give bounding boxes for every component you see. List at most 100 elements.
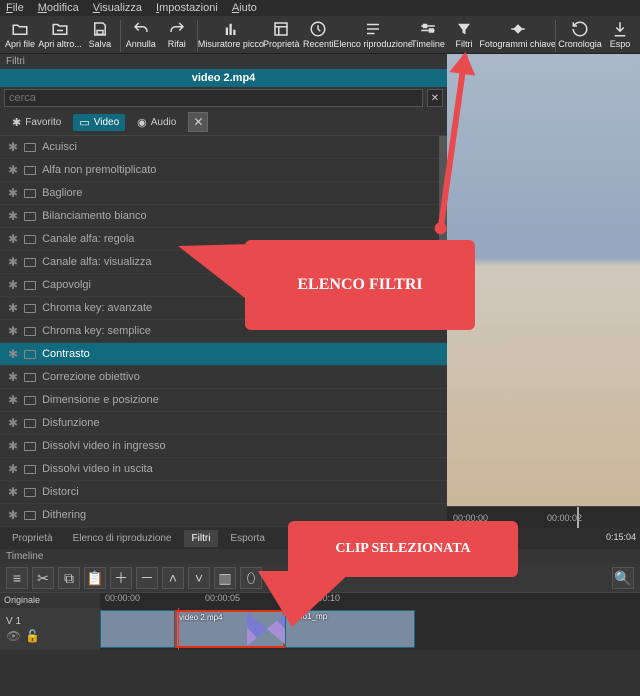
menu-view[interactable]: Visualizza xyxy=(93,2,142,14)
tl-cols-button[interactable]: ▥ xyxy=(214,567,236,589)
preview-panel: 00:00:00 00:00:02 0:15:04 xyxy=(447,54,640,528)
star-icon[interactable]: ✱ xyxy=(8,416,18,430)
star-icon[interactable]: ✱ xyxy=(8,209,18,223)
timeline-playhead[interactable] xyxy=(178,608,179,650)
tl-paste-button[interactable]: 📋 xyxy=(84,567,106,589)
filter-name: Dissolvi video in ingresso xyxy=(42,440,166,452)
time-current: 0:15:04 xyxy=(606,532,636,542)
star-icon[interactable]: ✱ xyxy=(8,255,18,269)
filter-row[interactable]: ✱Dissolvi video in uscita xyxy=(0,458,447,481)
filter-name: Canale alfa: visualizza xyxy=(42,256,151,268)
star-icon[interactable]: ✱ xyxy=(8,232,18,246)
search-input[interactable] xyxy=(4,89,423,107)
tl-add-button[interactable]: ＋ xyxy=(110,567,132,589)
star-icon[interactable]: ✱ xyxy=(8,163,18,177)
star-icon[interactable]: ✱ xyxy=(8,186,18,200)
preview-video[interactable] xyxy=(447,54,640,506)
star-icon[interactable]: ✱ xyxy=(8,393,18,407)
playlist-icon xyxy=(364,20,382,38)
tool-timeline-button[interactable]: Timeline xyxy=(410,18,446,50)
tab-export[interactable]: Esporta xyxy=(222,530,272,547)
callout-filters: ELENCO FILTRI xyxy=(245,240,475,330)
tl-cut-button[interactable]: ✂ xyxy=(32,567,54,589)
track-header[interactable]: V 1 👁 🔓 xyxy=(0,608,100,650)
monitor-icon xyxy=(24,511,36,520)
star-icon[interactable]: ✱ xyxy=(8,485,18,499)
tl-zoom-button[interactable]: 🔍 xyxy=(612,567,634,589)
filter-row[interactable]: ✱Distorci xyxy=(0,481,447,504)
filter-row[interactable]: ✱ Acuisci xyxy=(0,136,447,159)
monitor-icon xyxy=(24,488,36,497)
menu-file[interactable]: File xyxy=(6,2,24,14)
tl-up-button[interactable]: ˄ xyxy=(162,567,184,589)
menu-edit[interactable]: Modifica xyxy=(38,2,79,14)
star-icon[interactable]: ✱ xyxy=(8,278,18,292)
star-icon: ✱ xyxy=(12,116,21,129)
star-icon[interactable]: ✱ xyxy=(8,140,18,154)
tool-keyframes-button[interactable]: Fotogrammi chiave xyxy=(482,18,553,50)
cat-video[interactable]: ▭Video xyxy=(73,114,125,131)
tool-folder-other-button[interactable]: Apri altro... xyxy=(38,18,82,50)
cat-favorite[interactable]: ✱Favorito xyxy=(6,114,67,131)
filter-name: Canale alfa: regola xyxy=(42,233,134,245)
star-icon[interactable]: ✱ xyxy=(8,439,18,453)
clear-search-button[interactable]: ✕ xyxy=(427,89,443,107)
filter-row[interactable]: ✱ Disfunzione xyxy=(0,412,447,435)
tool-redo-button[interactable]: Rifai xyxy=(159,18,195,50)
star-icon[interactable]: ✱ xyxy=(8,370,18,384)
monitor-icon xyxy=(24,373,36,382)
tool-folder-open-button[interactable]: Apri file xyxy=(2,18,38,50)
star-icon[interactable]: ✱ xyxy=(8,301,18,315)
track-lane[interactable]: video 2.mp4video1_mp xyxy=(100,608,640,650)
monitor-icon xyxy=(24,212,36,221)
tool-meter-button[interactable]: Misuratore picco xyxy=(200,18,263,50)
filter-row[interactable]: ✱Alfa non premoltiplicato xyxy=(0,159,447,182)
monitor-icon xyxy=(24,396,36,405)
tool-undo-button[interactable]: Annulla xyxy=(123,18,159,50)
filter-row[interactable]: ✱Correzione obiettivo xyxy=(0,366,447,389)
tab-filters[interactable]: Filtri xyxy=(184,530,219,547)
monitor-icon xyxy=(24,258,36,267)
tool-recent-button[interactable]: Recenti xyxy=(300,18,336,50)
tl-menu-button[interactable]: ≡ xyxy=(6,567,28,589)
filter-name: Acuisci xyxy=(42,141,77,153)
monitor-icon xyxy=(24,327,36,336)
tool-props-button[interactable]: Proprietà xyxy=(262,18,300,50)
tl-down-button[interactable]: ˅ xyxy=(188,567,210,589)
filter-name: Capovolgi xyxy=(42,279,91,291)
filter-row[interactable]: ✱Bilanciamento bianco xyxy=(0,205,447,228)
filter-row[interactable]: ✱Dimensione e posizione xyxy=(0,389,447,412)
close-cat-button[interactable]: ✕ xyxy=(188,112,208,132)
tool-export-button[interactable]: Espo xyxy=(602,18,638,50)
eye-icon[interactable]: 👁 xyxy=(6,629,21,643)
tool-playlist-button[interactable]: Elenco riproduzione xyxy=(336,18,410,50)
filter-row[interactable]: ✱ Contrasto xyxy=(0,343,447,366)
filter-row[interactable]: ✱Bagliore xyxy=(0,182,447,205)
tool-funnel-button[interactable]: Filtri xyxy=(446,18,482,50)
star-icon[interactable]: ✱ xyxy=(8,462,18,476)
monitor-icon xyxy=(24,166,36,175)
filter-name: Disfunzione xyxy=(42,417,99,429)
cat-audio[interactable]: ◉Audio xyxy=(131,114,182,131)
tool-history-button[interactable]: Cronologia xyxy=(558,18,602,50)
undo-icon xyxy=(132,20,150,38)
star-icon[interactable]: ✱ xyxy=(8,508,18,522)
export-icon xyxy=(611,20,629,38)
timeline-clip[interactable] xyxy=(100,610,175,648)
star-icon[interactable]: ✱ xyxy=(8,324,18,338)
menu-help[interactable]: Aiuto xyxy=(232,2,257,14)
filters-list[interactable]: ✱ Acuisci ✱Alfa non premoltiplicato✱Baglio… xyxy=(0,135,447,528)
menu-settings[interactable]: Impostazioni xyxy=(156,2,218,14)
tab-playlist[interactable]: Elenco di riproduzione xyxy=(65,530,180,547)
playhead-icon[interactable] xyxy=(577,507,579,528)
ruler-origin-label: Originale xyxy=(0,593,100,608)
tl-copy-button[interactable]: ⧉ xyxy=(58,567,80,589)
tl-remove-button[interactable]: － xyxy=(136,567,158,589)
star-icon[interactable]: ✱ xyxy=(8,347,18,361)
tab-properties[interactable]: Proprietà xyxy=(4,530,61,547)
tool-floppy-button[interactable]: Salva xyxy=(82,18,118,50)
lock-icon[interactable]: 🔓 xyxy=(25,629,40,643)
filter-name: Contrasto xyxy=(42,348,90,360)
monitor-icon: ▭ xyxy=(79,116,89,129)
filter-row[interactable]: ✱ Dissolvi video in ingresso xyxy=(0,435,447,458)
